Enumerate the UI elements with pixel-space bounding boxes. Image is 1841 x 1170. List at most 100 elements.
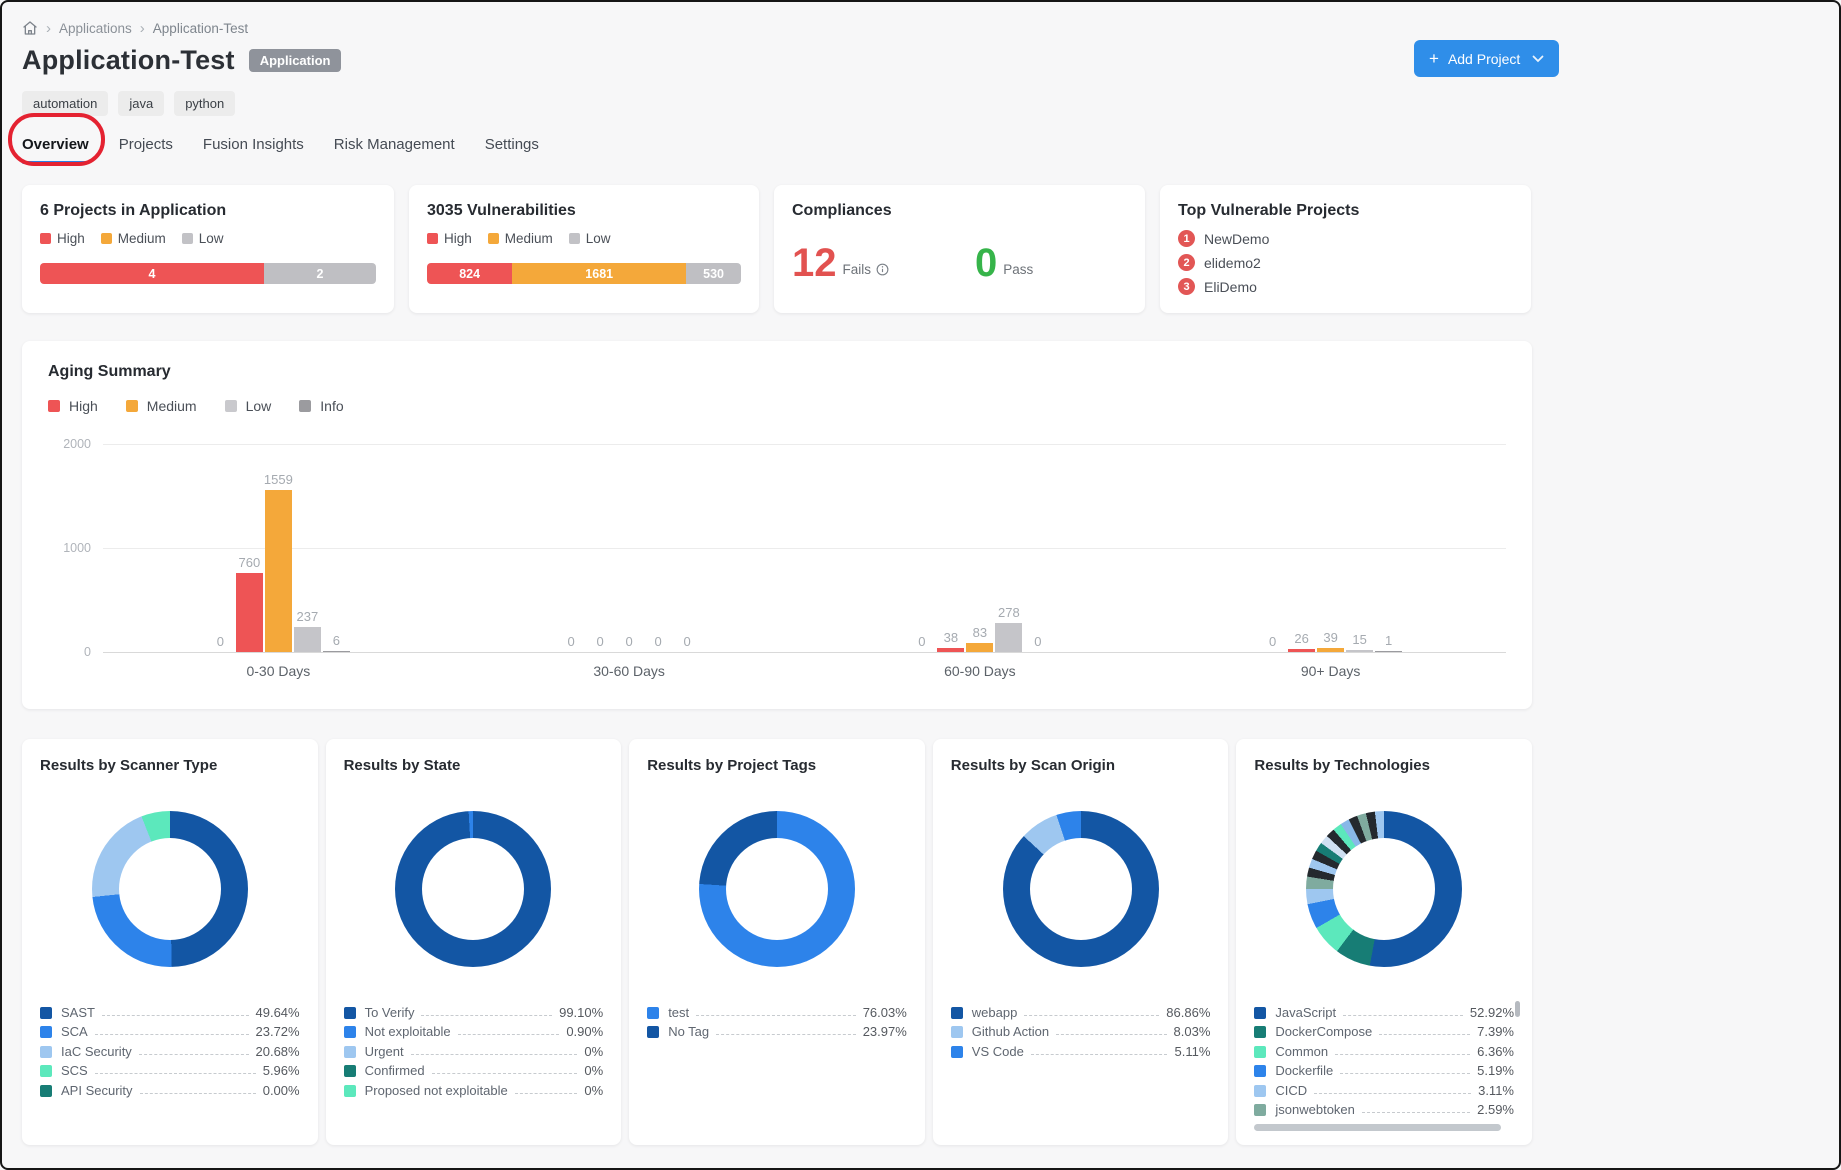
aging-bar-chart[interactable]: 0100020000760155923760000003883278002639… [103,444,1506,652]
horizontal-scrollbar[interactable] [1254,1124,1501,1131]
breadcrumb-item[interactable]: Application-Test [153,21,248,36]
legend-swatch [126,400,138,412]
bar[interactable] [1346,650,1373,652]
bar[interactable] [1288,649,1315,652]
legend-swatch [344,1046,356,1058]
legend-item[interactable]: jsonwebtoken2.59% [1254,1098,1514,1118]
dotted-leader [95,1073,256,1074]
scan-origin-donut-chart[interactable] [1003,811,1159,967]
card-title: Results by State [344,757,604,774]
vertical-scrollbar-thumb[interactable] [1515,1001,1520,1017]
breadcrumb-item[interactable]: Applications [59,21,132,36]
bar[interactable] [995,623,1022,652]
legend-percent: 86.86% [1166,1005,1210,1020]
bar[interactable] [966,643,993,652]
legend-item[interactable]: Low [569,231,611,246]
legend-item[interactable]: High [40,231,85,246]
legend-item[interactable]: Proposed not exploitable0% [344,1078,604,1098]
vulnerabilities-severity-bar[interactable]: 8241681530 [427,263,741,284]
severity-legend: High Medium Low [40,231,376,246]
x-axis-category-label: 90+ Days [1155,663,1506,679]
legend-percent: 0.00% [263,1083,300,1098]
scanner-type-donut-chart[interactable] [92,811,248,967]
legend-item[interactable]: Medium [488,231,553,246]
legend-swatch [40,1026,52,1038]
bar[interactable] [236,573,263,652]
projects-severity-bar[interactable]: 42 [40,263,376,284]
bar[interactable] [1375,651,1402,652]
legend-item[interactable]: Urgent0% [344,1039,604,1059]
bar[interactable] [1317,648,1344,652]
card-title: Results by Scanner Type [40,757,300,774]
card-top-vulnerable-projects: Top Vulnerable Projects 1NewDemo2elidemo… [1160,185,1531,313]
legend-label: JavaScript [1275,1005,1336,1020]
legend-item[interactable]: Low [182,231,224,246]
legend-percent: 0% [584,1044,603,1059]
legend-label: Confirmed [365,1063,425,1078]
card-title: Results by Technologies [1254,757,1514,774]
top-vulnerable-item[interactable]: 1NewDemo [1178,230,1513,247]
legend-item[interactable]: Info [299,398,343,414]
fails-stat: 12 Fails [792,246,889,280]
top-vulnerable-item[interactable]: 3EliDemo [1178,278,1513,295]
legend-item[interactable]: test76.03% [647,1000,907,1020]
card-title: Compliances [792,202,1127,220]
legend-item[interactable]: Confirmed0% [344,1059,604,1079]
bar-slot: 0 [674,634,701,652]
legend-swatch [1254,1085,1266,1097]
home-icon[interactable] [22,20,38,36]
add-project-button[interactable]: + Add Project [1414,40,1559,77]
project-tags-donut-chart[interactable] [699,811,855,967]
legend-item[interactable]: No Tag23.97% [647,1020,907,1040]
aging-legend: High Medium Low Info [48,398,1506,414]
legend-item[interactable]: High [48,398,98,414]
legend-item[interactable]: CICD3.11% [1254,1078,1514,1098]
tab-settings[interactable]: Settings [485,136,539,155]
legend-item[interactable]: IaC Security20.68% [40,1039,300,1059]
legend-item[interactable]: Medium [126,398,197,414]
donut-legend: To Verify99.10%Not exploitable0.90%Urgen… [344,1000,604,1098]
legend-swatch [40,1065,52,1077]
legend-item[interactable]: API Security0.00% [40,1078,300,1098]
legend-item[interactable]: DockerCompose7.39% [1254,1020,1514,1040]
x-axis-category-label: 0-30 Days [103,663,454,679]
bar-value-label: 1559 [264,472,293,487]
card-scan-origin: Results by Scan Originwebapp86.86%Github… [933,739,1229,1145]
legend-swatch [344,1026,356,1038]
legend-item[interactable]: To Verify99.10% [344,1000,604,1020]
legend-item[interactable]: SCS5.96% [40,1059,300,1079]
donut-legend: JavaScript 52.92%DockerCompose7.39%Common… [1254,1000,1514,1117]
legend-label: Proposed not exploitable [365,1083,508,1098]
donut-hole [1030,838,1132,940]
summary-card-row: 6 Projects in Application HighMediumLow … [22,185,1532,313]
legend-item[interactable]: Medium [101,231,166,246]
technologies-donut-chart[interactable] [1306,811,1462,967]
legend-item[interactable]: Github Action8.03% [951,1020,1211,1040]
legend-item[interactable]: Not exploitable0.90% [344,1020,604,1040]
legend-item[interactable]: SAST49.64% [40,1000,300,1020]
legend-percent: 52.92% [1470,1005,1514,1020]
dotted-leader [1314,1093,1471,1094]
info-icon[interactable] [876,263,889,276]
bar[interactable] [937,648,964,652]
bar[interactable] [294,627,321,652]
tab-fusion-insights[interactable]: Fusion Insights [203,136,304,155]
tab-risk-management[interactable]: Risk Management [334,136,455,155]
bar[interactable] [323,651,350,652]
legend-item[interactable]: webapp86.86% [951,1000,1211,1020]
legend-item[interactable]: Common6.36% [1254,1039,1514,1059]
bar[interactable] [265,490,292,652]
legend-item[interactable]: JavaScript 52.92% [1254,1000,1514,1020]
bar-group: 076015592376 [103,444,454,652]
tab-projects[interactable]: Projects [119,136,173,155]
legend-item[interactable]: SCA23.72% [40,1020,300,1040]
legend-item[interactable]: Low [225,398,272,414]
legend-item[interactable]: Dockerfile5.19% [1254,1059,1514,1079]
tab-overview[interactable]: Overview [22,136,89,155]
legend-item[interactable]: VS Code5.11% [951,1039,1211,1059]
legend-item[interactable]: High [427,231,472,246]
top-vulnerable-item[interactable]: 2elidemo2 [1178,254,1513,271]
state-donut-chart[interactable] [395,811,551,967]
legend-label: jsonwebtoken [1275,1102,1355,1117]
card-title: 3035 Vulnerabilities [427,202,741,220]
